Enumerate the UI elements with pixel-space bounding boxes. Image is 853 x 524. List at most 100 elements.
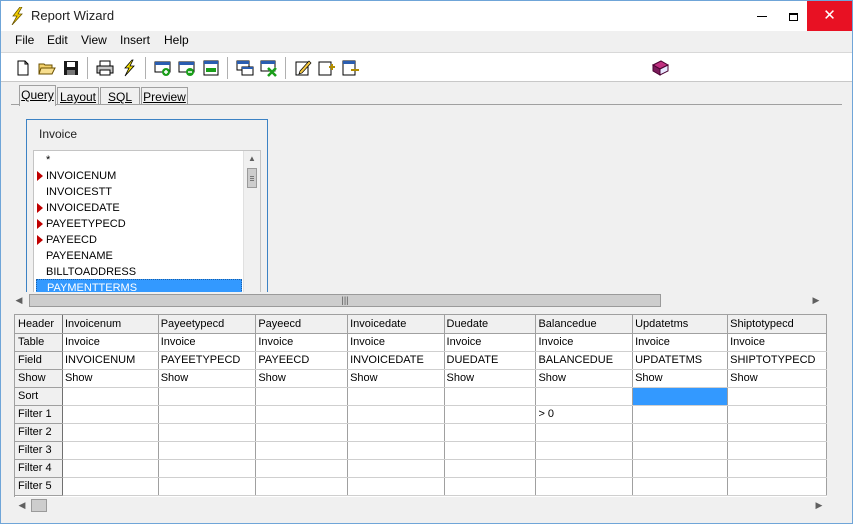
scrollbar-thumb[interactable]: [31, 499, 47, 512]
grid-cell[interactable]: [62, 459, 159, 478]
field-item[interactable]: INVOICESTT: [34, 184, 244, 200]
grid-cell[interactable]: Invoice: [727, 333, 827, 352]
grid-cell[interactable]: PAYEECD: [255, 351, 349, 370]
menu-file[interactable]: File: [15, 33, 34, 47]
grid-cell[interactable]: [255, 459, 349, 478]
grid-cell[interactable]: [62, 423, 159, 442]
grid-cell[interactable]: Invoice: [347, 333, 445, 352]
grid-column-header[interactable]: Payeecd: [255, 315, 349, 334]
grid-cell[interactable]: [158, 441, 257, 460]
grid-cell[interactable]: Invoice: [62, 333, 159, 352]
grid-cell[interactable]: [535, 477, 634, 496]
maximize-button[interactable]: [778, 1, 808, 31]
new-icon[interactable]: [14, 59, 32, 77]
run-icon[interactable]: [120, 59, 138, 77]
grid-cell[interactable]: [62, 387, 159, 406]
grid-cell[interactable]: INVOICENUM: [62, 351, 159, 370]
add-row-icon[interactable]: [154, 59, 172, 77]
grid-cell[interactable]: [727, 477, 827, 496]
grid-column-header[interactable]: Invoicenum: [62, 315, 159, 334]
grid-column-header[interactable]: Invoicedate: [347, 315, 445, 334]
grid-cell[interactable]: [535, 423, 634, 442]
grid-cell[interactable]: [347, 405, 445, 424]
minimize-button[interactable]: [747, 1, 777, 31]
tab-sql[interactable]: SQL: [100, 87, 140, 105]
grid-cell[interactable]: [347, 441, 445, 460]
grid-column-header[interactable]: Shiptotypecd: [727, 315, 827, 334]
menu-view[interactable]: View: [81, 33, 107, 47]
grid-cell[interactable]: [255, 387, 349, 406]
grid-column-header[interactable]: Payeetypecd: [158, 315, 257, 334]
grid-cell[interactable]: Invoice: [444, 333, 537, 352]
grid-cell[interactable]: [444, 405, 537, 424]
grid-cell[interactable]: [535, 441, 634, 460]
add-table-icon[interactable]: [236, 59, 254, 77]
grid-cell-selected[interactable]: [632, 387, 729, 406]
grid-cell[interactable]: [632, 423, 729, 442]
save-icon[interactable]: [62, 59, 80, 77]
grid-cell[interactable]: [444, 387, 537, 406]
grid-cell[interactable]: [347, 423, 445, 442]
grid-cell[interactable]: [444, 477, 537, 496]
grid-cell[interactable]: [62, 405, 159, 424]
print-icon[interactable]: [96, 59, 114, 77]
grid-cell[interactable]: [632, 477, 729, 496]
grid-cell[interactable]: Show: [535, 369, 634, 388]
grid-cell[interactable]: INVOICEDATE: [347, 351, 445, 370]
grid-cell[interactable]: [727, 387, 827, 406]
grid-cell[interactable]: [62, 477, 159, 496]
tab-query[interactable]: Query: [19, 85, 56, 106]
grid-cell[interactable]: [727, 405, 827, 424]
menu-edit[interactable]: Edit: [47, 33, 68, 47]
grid-cell[interactable]: [535, 459, 634, 478]
grid-cell[interactable]: [255, 423, 349, 442]
scroll-right-arrow-icon[interactable]: ▶: [811, 497, 827, 514]
grid-cell[interactable]: Show: [62, 369, 159, 388]
field-item[interactable]: INVOICEDATE: [34, 200, 244, 216]
grid-cell[interactable]: [727, 459, 827, 478]
scroll-right-arrow-icon[interactable]: ▶: [808, 292, 824, 309]
scroll-left-arrow-icon[interactable]: ◀: [11, 292, 27, 309]
grid-cell[interactable]: Invoice: [255, 333, 349, 352]
open-icon[interactable]: [38, 59, 56, 77]
grid-cell[interactable]: [444, 459, 537, 478]
menu-insert[interactable]: Insert: [120, 33, 150, 47]
grid-cell[interactable]: [347, 477, 445, 496]
grid-cell[interactable]: SHIPTOTYPECD: [727, 351, 827, 370]
grid-column-header[interactable]: Balancedue: [535, 315, 634, 334]
grid-cell[interactable]: [535, 387, 634, 406]
grid-cell[interactable]: [347, 387, 445, 406]
grid-cell[interactable]: [632, 459, 729, 478]
scroll-left-arrow-icon[interactable]: ◀: [14, 497, 30, 514]
grid-cell[interactable]: DUEDATE: [444, 351, 537, 370]
edit-icon[interactable]: [294, 59, 312, 77]
field-item[interactable]: BILLTOADDRESS: [34, 264, 244, 280]
field-item[interactable]: PAYEECD: [34, 232, 244, 248]
grid-cell[interactable]: Show: [632, 369, 729, 388]
grid-cell[interactable]: [444, 423, 537, 442]
grid-cell[interactable]: PAYEETYPECD: [158, 351, 257, 370]
grid-cell[interactable]: Invoice: [632, 333, 729, 352]
grid-cell[interactable]: > 0: [535, 405, 634, 424]
tab-preview[interactable]: Preview: [141, 87, 188, 105]
grid-cell[interactable]: Show: [444, 369, 537, 388]
field-list[interactable]: * INVOICENUM INVOICESTT INVOICEDATE PAYE…: [33, 150, 261, 296]
grid-cell[interactable]: BALANCEDUE: [535, 351, 634, 370]
field-item[interactable]: PAYEENAME: [34, 248, 244, 264]
designer-hscrollbar[interactable]: ◀ ||| ▶: [11, 292, 822, 309]
export-field-icon[interactable]: [342, 59, 360, 77]
grid-cell[interactable]: Show: [347, 369, 445, 388]
grid-cell[interactable]: [158, 477, 257, 496]
grid-cell[interactable]: [727, 441, 827, 460]
grid-cell[interactable]: Show: [727, 369, 827, 388]
grid-cell[interactable]: [632, 441, 729, 460]
grid-cell[interactable]: [158, 387, 257, 406]
grid-cell[interactable]: Show: [255, 369, 349, 388]
field-item[interactable]: *: [34, 152, 244, 168]
tab-layout[interactable]: Layout: [57, 87, 99, 105]
grid-cell[interactable]: [632, 405, 729, 424]
grid-cell[interactable]: [255, 441, 349, 460]
remove-row-icon[interactable]: [178, 59, 196, 77]
grid-cell[interactable]: [62, 441, 159, 460]
insert-field-icon[interactable]: [318, 59, 336, 77]
